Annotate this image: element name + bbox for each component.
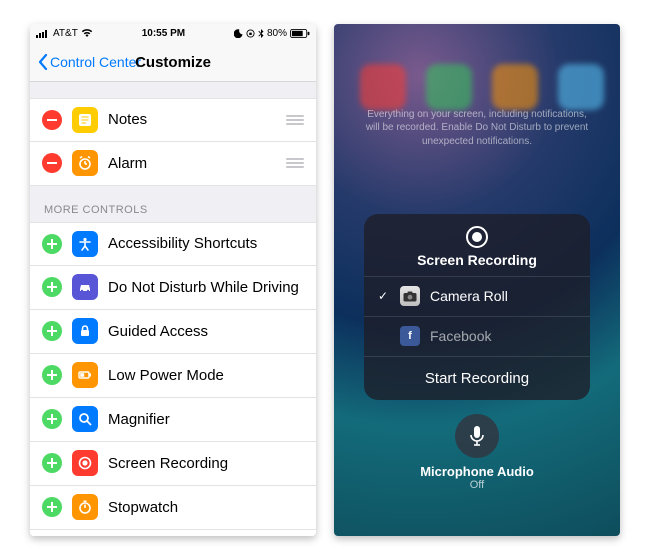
destination-camera-roll[interactable]: ✓ Camera Roll: [364, 276, 590, 316]
wifi-icon: [81, 29, 93, 38]
screen-recording-sheet: Everything on your screen, including not…: [334, 24, 620, 536]
control-row-screen-recording[interactable]: Screen Recording: [30, 442, 316, 486]
control-row-do-not-disturb-while-driving[interactable]: Do Not Disturb While Driving: [30, 266, 316, 310]
car-icon: [72, 274, 98, 300]
clock-label: 10:55 PM: [142, 28, 185, 39]
signal-icon: [36, 30, 50, 38]
control-row-text-size[interactable]: AAText Size: [30, 530, 316, 536]
add-button[interactable]: [42, 277, 62, 297]
recording-panel: Screen Recording ✓ Camera Roll f Facebook S…: [364, 214, 590, 400]
record-icon: [466, 226, 488, 248]
add-button[interactable]: [42, 321, 62, 341]
control-label: Do Not Disturb While Driving: [108, 279, 299, 296]
more-controls-header: MORE CONTROLS: [30, 186, 316, 222]
battery-pct: 80%: [267, 28, 287, 39]
battery-icon: [290, 29, 310, 38]
add-button[interactable]: [42, 453, 62, 473]
control-label: Notes: [108, 111, 147, 128]
control-label: Alarm: [108, 155, 147, 172]
add-button[interactable]: [42, 234, 62, 254]
control-label: Stopwatch: [108, 499, 178, 516]
control-label: Accessibility Shortcuts: [108, 235, 257, 252]
search-icon: [72, 406, 98, 432]
destination-label: Camera Roll: [430, 288, 508, 304]
facebook-icon: f: [400, 326, 420, 346]
microphone-toggle[interactable]: [455, 414, 499, 458]
control-label: Magnifier: [108, 411, 170, 428]
status-bar: AT&T 10:55 PM 80%: [30, 24, 316, 44]
controls-list[interactable]: Notes Alarm MORE CONTROLS Accessibility S…: [30, 82, 316, 536]
control-row-guided-access[interactable]: Guided Access: [30, 310, 316, 354]
reorder-handle[interactable]: [286, 115, 304, 125]
battery-icon: [72, 362, 98, 388]
microphone-state: Off: [334, 479, 620, 491]
add-button[interactable]: [42, 497, 62, 517]
control-row-low-power-mode[interactable]: Low Power Mode: [30, 354, 316, 398]
accessibility-icon: [72, 231, 98, 257]
microphone-icon: [469, 425, 485, 447]
carrier-label: AT&T: [53, 28, 78, 39]
record-icon: [72, 450, 98, 476]
panel-title: Screen Recording: [364, 252, 590, 268]
remove-button[interactable]: [42, 110, 62, 130]
nav-bar: Control Center Customize: [30, 44, 316, 82]
rotation-lock-icon: [246, 29, 255, 38]
control-row-magnifier[interactable]: Magnifier: [30, 398, 316, 442]
reorder-handle[interactable]: [286, 158, 304, 168]
stopwatch-icon: [72, 494, 98, 520]
control-label: Low Power Mode: [108, 367, 224, 384]
remove-button[interactable]: [42, 153, 62, 173]
destination-label: Facebook: [430, 328, 491, 344]
camera-roll-icon: [400, 286, 420, 306]
destination-facebook[interactable]: f Facebook: [364, 316, 590, 356]
lock-icon: [72, 318, 98, 344]
control-row-stopwatch[interactable]: Stopwatch: [30, 486, 316, 530]
notes-icon: [72, 107, 98, 133]
control-label: Guided Access: [108, 323, 208, 340]
add-button[interactable]: [42, 409, 62, 429]
dnd-icon: [234, 29, 243, 38]
settings-screen: AT&T 10:55 PM 80% Control Center Customi…: [30, 24, 316, 536]
page-title: Customize: [30, 54, 316, 71]
control-label: Screen Recording: [108, 455, 228, 472]
add-button[interactable]: [42, 365, 62, 385]
control-row-alarm[interactable]: Alarm: [30, 142, 316, 186]
control-row-accessibility-shortcuts[interactable]: Accessibility Shortcuts: [30, 222, 316, 266]
bluetooth-icon: [258, 29, 264, 39]
alarm-icon: [72, 150, 98, 176]
microphone-label: Microphone Audio: [334, 464, 620, 479]
start-recording-button[interactable]: Start Recording: [364, 356, 590, 400]
checkmark-icon: ✓: [378, 289, 390, 303]
control-row-notes[interactable]: Notes: [30, 98, 316, 142]
recording-disclaimer: Everything on your screen, including not…: [334, 108, 620, 149]
